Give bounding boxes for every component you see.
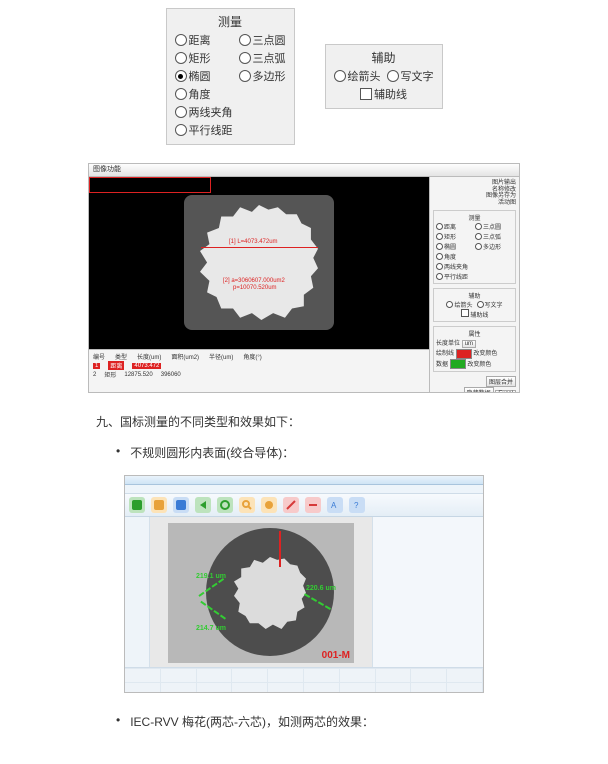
- btn-live[interactable]: 活动图: [433, 200, 516, 207]
- screenshot-image-viewer: 图像功能 [1] L=4073.472um [2] a=3060607.000u…: [88, 163, 520, 393]
- measure-label-2a: [2] a=3060607.000um2: [223, 278, 285, 284]
- btn-save-as[interactable]: 图像另存为: [433, 193, 516, 200]
- sample-image: [184, 195, 334, 330]
- toolbar-help-icon[interactable]: ?: [349, 497, 365, 513]
- toolbar-open-icon[interactable]: [151, 497, 167, 513]
- btn-hide-data[interactable]: 隐藏数据: [464, 387, 494, 393]
- toolbar-text-icon[interactable]: A: [327, 497, 343, 513]
- svg-text:?: ?: [354, 501, 359, 510]
- bullet-1: 不规则圆形内表面(绞合导体)：: [116, 444, 608, 461]
- top-control-panels: 测量 距离 三点圆 矩形 三点弧 椭圆 多边形 角度 两线夹角 平行线距 辅助 …: [0, 8, 608, 145]
- table-row[interactable]: 2 矩形 12875.520 396060: [93, 370, 425, 379]
- green-label-2: 214.7 um: [196, 625, 226, 632]
- toolbar-refresh-icon[interactable]: [217, 497, 233, 513]
- radio-ellipse[interactable]: 椭圆: [175, 68, 233, 84]
- check-guideline[interactable]: 辅助线: [360, 86, 407, 102]
- measure-line-1[interactable]: [201, 247, 318, 248]
- measure-panel-title: 测量: [175, 13, 286, 30]
- svg-text:A: A: [331, 501, 337, 510]
- screenshot-app-window: A ? 219.1 um 214.7 um 220.6 um 001-M: [124, 475, 484, 693]
- toolbar-save-icon[interactable]: [173, 497, 189, 513]
- measure-label-2p: p=10070.520um: [233, 285, 277, 291]
- swatch-red[interactable]: [456, 349, 472, 359]
- toolbar-new-icon[interactable]: [129, 497, 145, 513]
- radio-polygon[interactable]: 多边形: [239, 68, 286, 84]
- radio-3pt-circle[interactable]: 三点圆: [239, 32, 286, 48]
- swatch-green[interactable]: [450, 359, 466, 369]
- radio-write-text[interactable]: 写文字: [387, 68, 434, 84]
- btn-export-image[interactable]: 图片输出: [433, 180, 516, 187]
- measure-box-2[interactable]: [89, 177, 211, 193]
- window-title: 图像功能: [93, 166, 121, 173]
- viewer-canvas[interactable]: [1] L=4073.472um [2] a=3060607.000um2 p=…: [89, 177, 429, 349]
- radio-parallel[interactable]: 平行线距: [175, 122, 233, 138]
- red-measure-line[interactable]: [279, 531, 281, 567]
- aux-panel-title: 辅助: [334, 49, 434, 66]
- left-gutter: [125, 517, 150, 667]
- sidebar-attr-group: 属性 长度单位 um 绘制线 改变颜色 数据 改变颜色: [433, 326, 516, 372]
- radio-rect[interactable]: 矩形: [175, 50, 233, 66]
- green-label-1: 219.1 um: [196, 573, 226, 580]
- right-properties-pane: [372, 517, 483, 667]
- aux-panel: 辅助 绘箭头 写文字 辅助线: [325, 44, 443, 109]
- window-titlebar: 图像功能: [89, 164, 519, 177]
- radio-3pt-arc[interactable]: 三点弧: [239, 50, 286, 66]
- bullet-2: IEC-RVV 梅花(两芯-六芯)，如测两芯的效果：: [116, 713, 608, 730]
- watermark: 001-M: [322, 650, 350, 661]
- measure-options: 距离 三点圆 矩形 三点弧 椭圆 多边形 角度 两线夹角 平行线距: [175, 32, 286, 138]
- heading-9: 九、国标测量的不同类型和效果如下：: [96, 413, 608, 430]
- toolbar: A ?: [125, 494, 483, 517]
- results-table: 编号 类型 长度(um) 面积(um2) 半径(um) 角度(°) 1 距离 4…: [89, 349, 429, 393]
- measure-panel: 测量 距离 三点圆 矩形 三点弧 椭圆 多边形 角度 两线夹角 平行线距: [166, 8, 295, 145]
- window-chrome: [125, 476, 483, 485]
- toolbar-line-icon[interactable]: [305, 497, 321, 513]
- image-canvas[interactable]: 219.1 um 214.7 um 220.6 um 001-M: [150, 517, 372, 667]
- toolbar-back-icon[interactable]: [195, 497, 211, 513]
- green-label-3: 220.6 um: [306, 585, 336, 592]
- footer-grid: [125, 667, 483, 693]
- radio-draw-arrow[interactable]: 绘箭头: [334, 68, 381, 84]
- btn-excel[interactable]: Excel: [495, 390, 516, 393]
- radio-distance[interactable]: 距离: [175, 32, 233, 48]
- menu-bar[interactable]: [125, 485, 483, 494]
- toolbar-settings-icon[interactable]: [261, 497, 277, 513]
- right-sidebar: 图片输出 名称修改 图像另存为 活动图 测量 距离 三点圆 矩形 三点弧 椭圆 …: [429, 177, 519, 393]
- radio-angle[interactable]: 角度: [175, 86, 233, 102]
- toolbar-measure-icon[interactable]: [283, 497, 299, 513]
- sidebar-aux-group: 辅助 绘箭头 写文字 辅助线: [433, 288, 516, 322]
- sample-image-2: 219.1 um 214.7 um 220.6 um 001-M: [168, 523, 354, 663]
- blob-shape: [200, 205, 318, 320]
- table-row[interactable]: 1 距离 4073.472: [93, 361, 425, 370]
- measure-label-1: [1] L=4073.472um: [229, 239, 278, 245]
- btn-layer-merge[interactable]: 图层合并: [486, 376, 516, 387]
- sidebar-measure-group: 测量 距离 三点圆 矩形 三点弧 椭圆 多边形 角度 两线夹角 平行线距: [433, 210, 516, 284]
- toolbar-zoom-icon[interactable]: [239, 497, 255, 513]
- radio-two-line-angle[interactable]: 两线夹角: [175, 104, 233, 120]
